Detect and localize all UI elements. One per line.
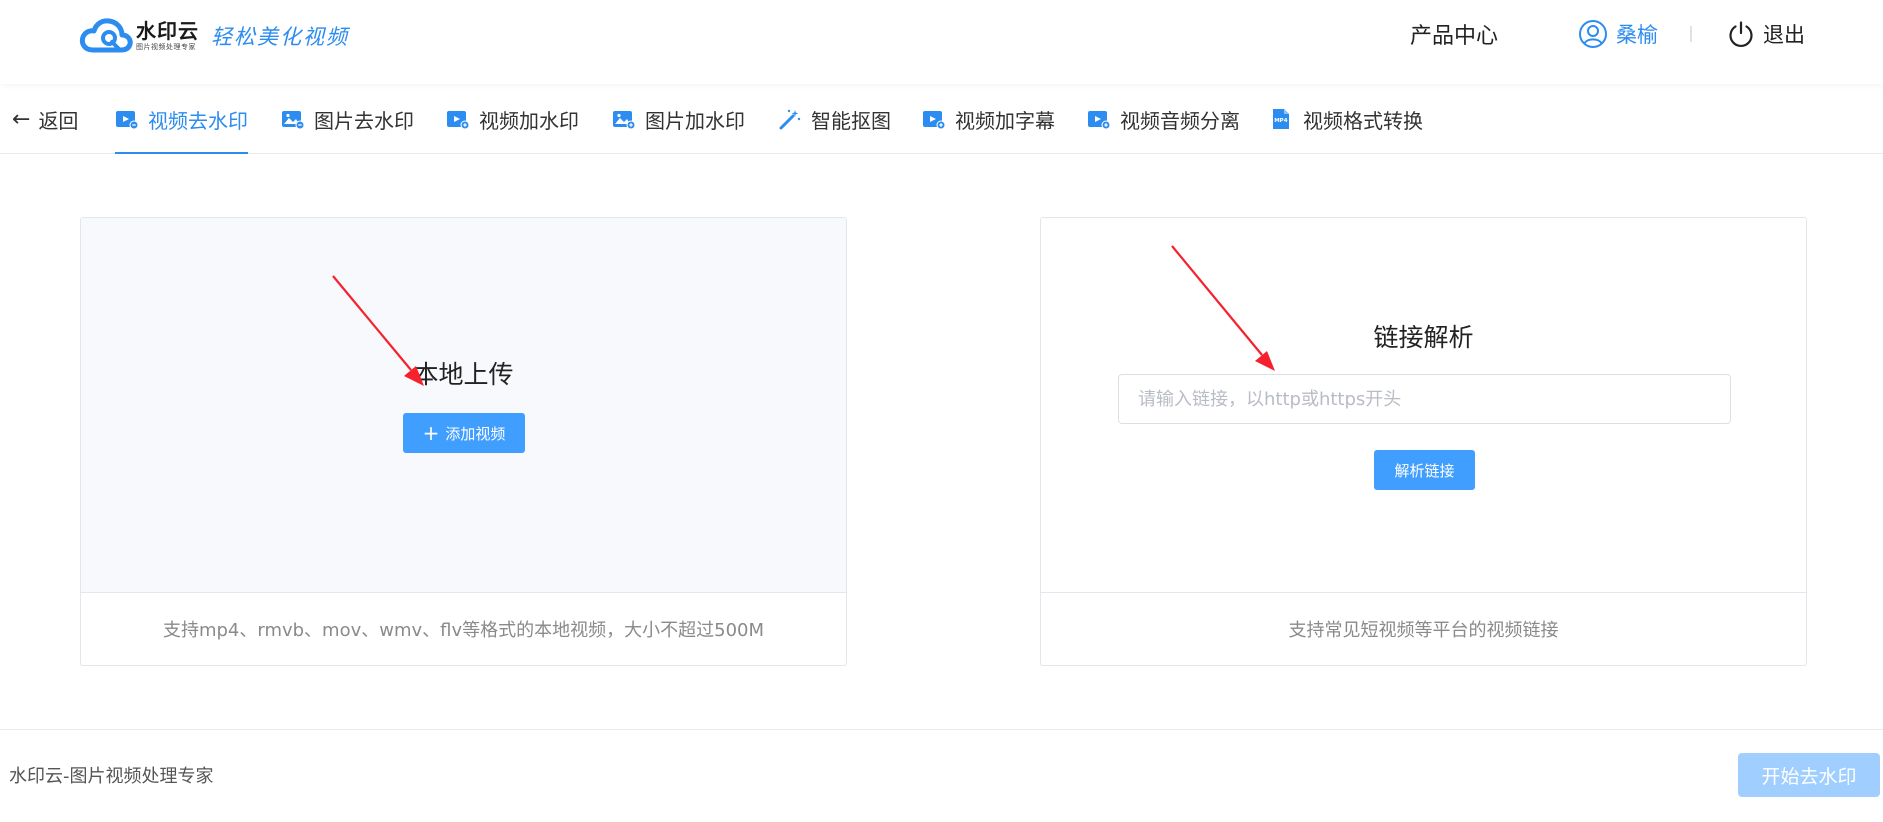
tab-label: 图片加水印 <box>645 108 745 133</box>
tab-label: 视频加水印 <box>479 108 579 133</box>
local-upload-panel: 本地上传 + 添加视频 支持mp4、rmvb、mov、wmv、flv等格式的本地… <box>80 217 847 666</box>
image-add-watermark-icon <box>613 111 636 130</box>
parse-link-label: 解析链接 <box>1394 461 1455 480</box>
tab-video-add-watermark[interactable]: 视频加水印 <box>446 84 579 154</box>
magic-wand-icon <box>779 109 801 130</box>
tab-video-remove-watermark[interactable]: 视频去水印 <box>115 84 248 154</box>
video-remove-watermark-icon <box>116 111 139 130</box>
user-avatar-icon <box>1579 20 1607 48</box>
product-center-link[interactable]: 产品中心 <box>1410 16 1498 52</box>
mp4-file-icon: MP4 <box>1273 109 1289 129</box>
logout-label: 退出 <box>1763 23 1805 47</box>
video-add-watermark-icon <box>447 111 470 130</box>
tab-label: 智能抠图 <box>811 108 891 133</box>
footer-brand-text: 水印云-图片视频处理专家 <box>9 766 214 787</box>
svg-text:MP4: MP4 <box>1274 118 1288 124</box>
link-parse-title: 链接解析 <box>1373 323 1474 352</box>
bottom-bar: 水印云-图片视频处理专家 开始去水印 <box>0 729 1883 822</box>
tab-label: 视频加字幕 <box>955 108 1055 133</box>
tab-video-subtitle[interactable]: 视频加字幕 <box>922 84 1055 154</box>
upload-drop-area[interactable]: 本地上传 + 添加视频 <box>81 218 846 593</box>
product-center-label: 产品中心 <box>1410 24 1499 49</box>
start-button-label: 开始去水印 <box>1761 765 1857 788</box>
tab-label: 图片去水印 <box>314 108 414 133</box>
cloud-logo-icon <box>79 18 133 53</box>
tab-image-add-watermark[interactable]: 图片加水印 <box>612 84 745 154</box>
link-input[interactable] <box>1118 374 1731 424</box>
start-remove-watermark-button[interactable]: 开始去水印 <box>1738 753 1880 797</box>
upload-title: 本地上传 <box>413 360 514 389</box>
link-parse-hint: 支持常见短视频等平台的视频链接 <box>1288 619 1559 641</box>
back-arrow-icon: ← <box>12 106 31 132</box>
back-label: 返回 <box>38 108 79 133</box>
top-header: 水印云 图片视频处理专家 轻松美化视频 产品中心 桑榆 退出 <box>0 0 1883 84</box>
video-subtitle-icon <box>923 111 946 130</box>
link-parse-panel: 链接解析 解析链接 支持常见短视频等平台的视频链接 <box>1040 217 1807 666</box>
image-remove-watermark-icon <box>282 111 305 130</box>
add-video-label: 添加视频 <box>445 424 506 443</box>
parse-link-button[interactable]: 解析链接 <box>1374 450 1475 490</box>
logo[interactable]: 水印云 图片视频处理专家 轻松美化视频 <box>79 14 349 58</box>
power-icon <box>1729 21 1753 47</box>
audio-separate-icon <box>1088 111 1111 130</box>
tool-tab-bar: ← 返回 视频去水印 图片去水印 视频加水印 图片加水印 智能抠图 视频加字幕 … <box>0 84 1883 154</box>
tab-image-remove-watermark[interactable]: 图片去水印 <box>281 84 414 154</box>
plus-icon: + <box>422 421 440 445</box>
tab-label: 视频格式转换 <box>1303 108 1423 133</box>
tab-smart-cutout[interactable]: 智能抠图 <box>778 84 891 154</box>
username: 桑榆 <box>1616 23 1658 47</box>
add-video-button[interactable]: + 添加视频 <box>403 413 525 453</box>
logo-slogan: 轻松美化视频 <box>211 25 349 49</box>
upload-hint: 支持mp4、rmvb、mov、wmv、flv等格式的本地视频，大小不超过500M <box>162 619 765 641</box>
link-parse-body: 链接解析 解析链接 <box>1041 218 1806 593</box>
logo-subtitle: 图片视频处理专家 <box>136 43 196 51</box>
header-divider <box>1690 26 1692 42</box>
logo-name: 水印云 <box>136 19 199 43</box>
back-button[interactable]: ← 返回 <box>12 84 78 154</box>
tab-label: 视频去水印 <box>148 108 248 133</box>
tab-audio-separate[interactable]: 视频音频分离 <box>1087 84 1240 154</box>
tab-label: 视频音频分离 <box>1120 108 1240 133</box>
logout-button[interactable]: 退出 <box>1727 16 1805 52</box>
tab-video-format-convert[interactable]: MP4 视频格式转换 <box>1270 84 1423 154</box>
user-menu[interactable]: 桑榆 <box>1578 16 1658 52</box>
